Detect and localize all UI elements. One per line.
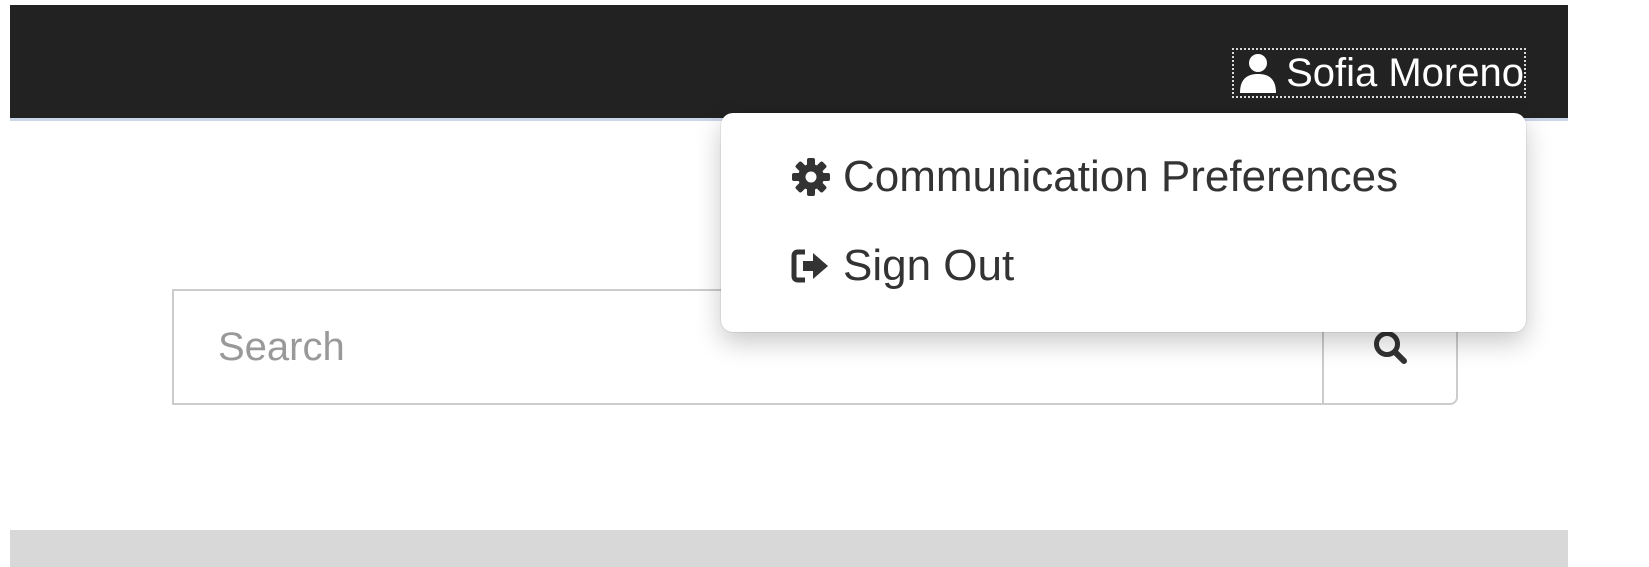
user-icon xyxy=(1240,54,1277,93)
menu-item-label: Communication Preferences xyxy=(843,152,1399,201)
footer-bar xyxy=(10,530,1568,567)
top-navbar: Sofia Moreno xyxy=(10,5,1568,121)
sign-out-icon xyxy=(791,249,828,283)
search-icon xyxy=(1374,331,1407,364)
menu-item-sign-out[interactable]: Sign Out xyxy=(791,240,1014,292)
gear-icon xyxy=(792,158,830,196)
menu-item-label: Sign Out xyxy=(843,241,1015,290)
user-name: Sofia Moreno xyxy=(1286,51,1524,95)
user-menu-toggle[interactable]: Sofia Moreno xyxy=(1232,48,1526,98)
menu-item-communication-preferences[interactable]: Communication Preferences xyxy=(791,151,1398,203)
user-dropdown-menu: Communication Preferences Sign Out xyxy=(721,113,1526,332)
